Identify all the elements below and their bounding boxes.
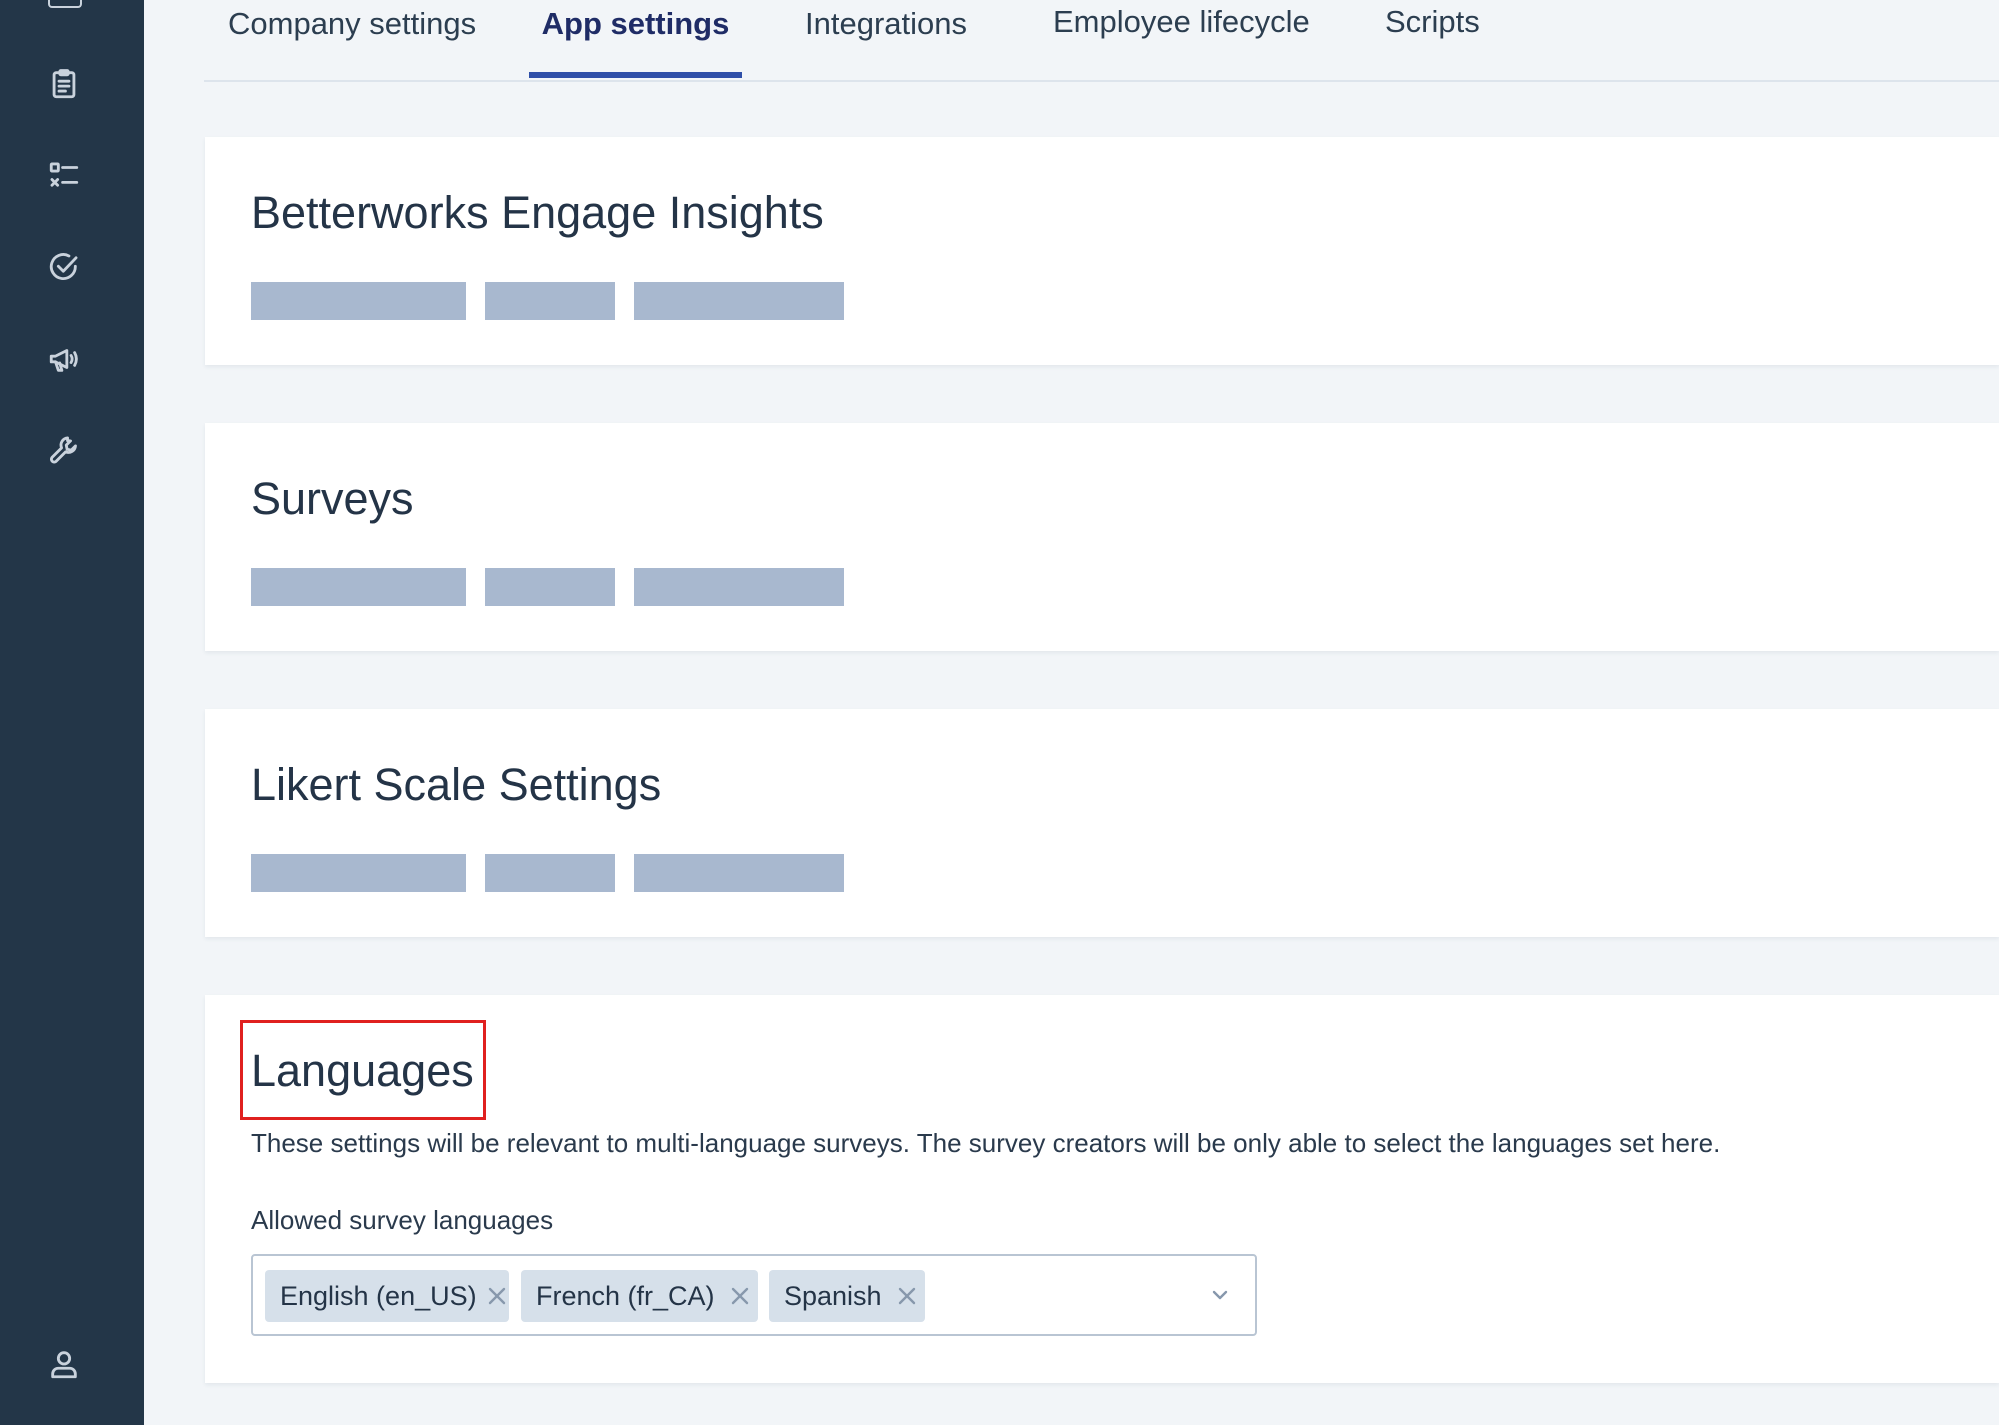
clipboard-icon[interactable] xyxy=(46,66,82,102)
engage-insights-card: Betterworks Engage Insights xyxy=(205,137,1999,365)
inbox-icon[interactable] xyxy=(48,0,82,8)
languages-description: These settings will be relevant to multi… xyxy=(251,1128,1721,1158)
highlight-box xyxy=(240,1020,486,1120)
loading-placeholder xyxy=(251,282,466,320)
section-title-surveys: Surveys xyxy=(251,473,414,524)
checklist-icon[interactable] xyxy=(46,158,82,194)
settings-tabs: Company settings App settings Integratio… xyxy=(204,0,1999,82)
check-circle-icon[interactable] xyxy=(46,249,82,285)
loading-placeholder xyxy=(634,282,844,320)
loading-placeholder xyxy=(485,568,615,606)
tab-company-settings[interactable]: Company settings xyxy=(228,0,476,78)
tab-integrations[interactable]: Integrations xyxy=(805,0,967,78)
language-chip: Spanish xyxy=(769,1270,925,1322)
tab-employee-lifecycle[interactable]: Employee lifecycle xyxy=(1053,0,1310,78)
language-chip-label: French (fr_CA) xyxy=(536,1280,715,1311)
section-title-engage-insights: Betterworks Engage Insights xyxy=(251,187,824,238)
likert-scale-card: Likert Scale Settings xyxy=(205,709,1999,937)
tab-scripts[interactable]: Scripts xyxy=(1385,0,1480,78)
loading-placeholder xyxy=(634,854,844,892)
remove-chip-icon[interactable] xyxy=(723,1279,757,1313)
loading-placeholder xyxy=(251,568,466,606)
language-chip: French (fr_CA) xyxy=(521,1270,758,1322)
chevron-down-icon[interactable] xyxy=(1207,1282,1233,1308)
remove-chip-icon[interactable] xyxy=(890,1279,924,1313)
language-chip-label: Spanish xyxy=(784,1280,882,1311)
loading-placeholder xyxy=(485,282,615,320)
language-chip: English (en_US) xyxy=(265,1270,509,1322)
allowed-languages-select[interactable]: English (en_US) French (fr_CA) Spanish xyxy=(251,1254,1257,1336)
wrench-icon[interactable] xyxy=(46,432,82,468)
language-chip-label: English (en_US) xyxy=(280,1280,477,1311)
tab-app-settings[interactable]: App settings xyxy=(529,0,742,78)
section-title-likert-scale: Likert Scale Settings xyxy=(251,759,662,810)
sidebar xyxy=(0,0,144,1425)
loading-placeholder xyxy=(634,568,844,606)
megaphone-icon[interactable] xyxy=(46,341,82,377)
allowed-languages-label: Allowed survey languages xyxy=(251,1205,554,1235)
user-icon[interactable] xyxy=(46,1346,82,1382)
surveys-card: Surveys xyxy=(205,423,1999,651)
loading-placeholder xyxy=(485,854,615,892)
remove-chip-icon[interactable] xyxy=(485,1279,509,1313)
loading-placeholder xyxy=(251,854,466,892)
